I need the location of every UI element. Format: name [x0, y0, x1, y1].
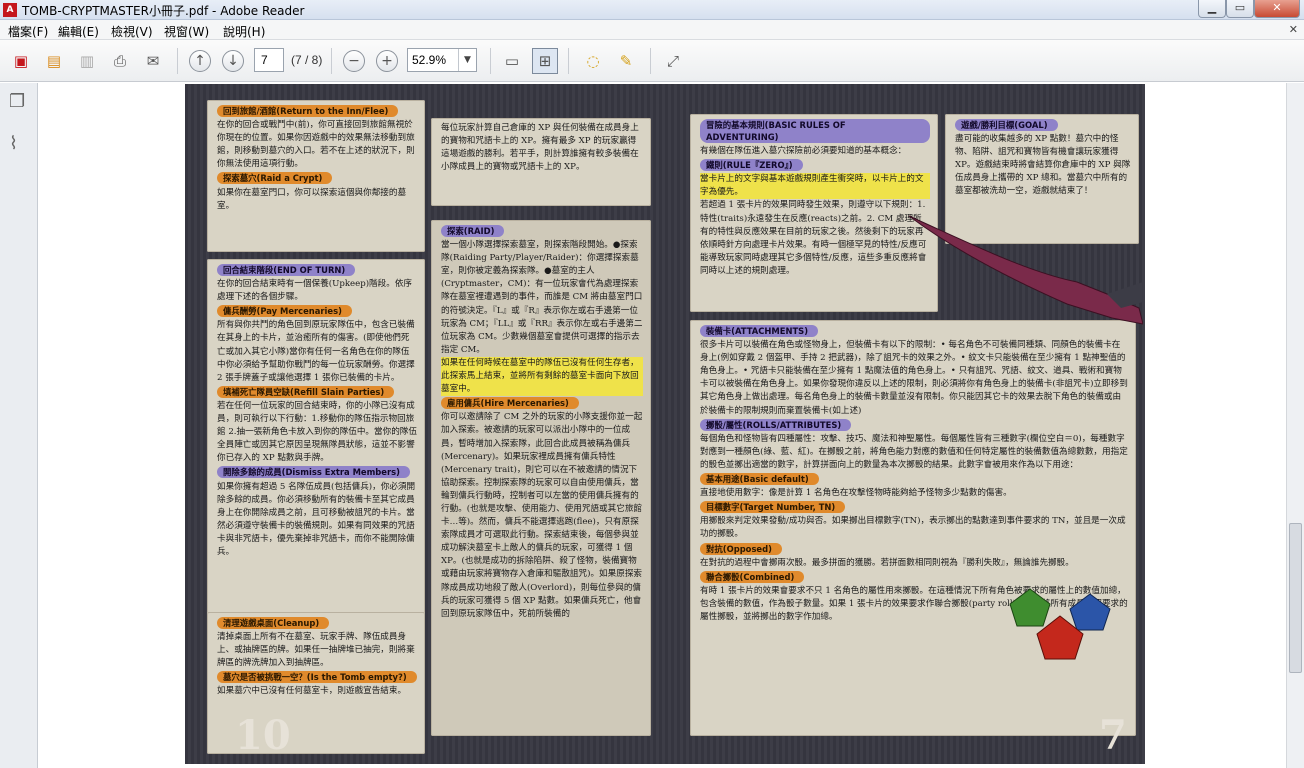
dice-illustration — [1009, 588, 1111, 660]
zoom-select[interactable]: 52.9% ▼ — [407, 48, 477, 72]
chevron-down-icon[interactable]: ▼ — [458, 49, 476, 71]
section-text: 有幾個在隊伍進入墓穴探險前必須要知道的基本概念： — [700, 146, 907, 157]
zoom-value[interactable]: 52.9% — [412, 53, 446, 67]
section-text: 每個角色和怪物皆有四種屬性：攻擊、技巧、魔法和神聖屬性。每個屬性皆有三種數字(欄… — [700, 433, 1128, 470]
highlight-icon[interactable]: ✎ — [613, 48, 639, 74]
section-text: 若超過 1 張卡片的效果同時發生效果，則遵守以下規則：1. 特性(traits)… — [700, 200, 927, 276]
menu-help[interactable]: 說明(H) — [223, 23, 265, 40]
section-text: 清掉桌面上所有不在墓室、玩家手牌、隊伍成員身上、或抽牌區的牌。如果任一抽牌堆已抽… — [217, 632, 415, 669]
dagger-illustration — [908, 215, 1143, 325]
section-text: 如果你在墓室門口，你可以探索這個與你鄰接的墓室。 — [217, 187, 407, 211]
section-heading: 開除多餘的成員(Dismiss Extra Members) — [217, 466, 410, 479]
scrollbar-thumb[interactable] — [1289, 523, 1302, 673]
fit-page-icon[interactable]: ▭ — [499, 48, 525, 74]
maximize-button[interactable]: ▭ — [1226, 0, 1254, 18]
section-text: 所有與你共鬥的角色回到原玩家隊伍中，包含已裝備在其身上的卡片，並治癒所有的傷害。… — [217, 320, 415, 383]
section-heading: 清理遊戲桌面(Cleanup) — [217, 617, 330, 629]
section-heading: 回合結束階段(END OF TURN) — [217, 264, 356, 276]
section-text: 直接地使用數字：像是計算 1 名角色在攻擊怪物時能夠給予怪物多少點數的傷害。 — [700, 488, 1012, 499]
window-title: TOMB-CRYPTMASTER小冊子.pdf - Adobe Reader — [22, 4, 305, 18]
page-number-left: 10 — [235, 712, 291, 759]
print-icon[interactable]: ⎙ — [107, 48, 133, 74]
section-text: 在你的回合結束時有一個保養(Upkeep)階段。依序處理下述的各個步驟。 — [217, 279, 413, 303]
section-text: 很多卡片可以裝備在角色或怪物身上，但裝備卡有以下的限制：• 每名角色不可裝備同種… — [700, 340, 1128, 416]
zoom-in-icon[interactable]: + — [376, 50, 398, 72]
fit-width-icon[interactable]: ⊞ — [532, 48, 558, 74]
note-right-col1: 冒險的基本規則(BASIC RULES OF ADVENTURING) 有幾個在… — [690, 114, 938, 312]
previous-page-icon[interactable]: ↑ — [189, 50, 211, 72]
section-heading: 對抗(Opposed) — [700, 542, 782, 555]
section-heading: 裝備卡(ATTACHMENTS) — [700, 325, 819, 337]
section-heading: 填補死亡隊員空缺(Refill Slain Parties) — [217, 385, 395, 398]
section-heading: 回到旅館/酒館(Return to the Inn/Flee) — [217, 105, 399, 117]
section-heading: 墓穴是否被挑戰一空？(Is the Tomb empty?) — [217, 671, 417, 684]
menu-bar: 檔案(F) 編輯(E) 檢視(V) 視窗(W) 說明(H) ✕ — [0, 20, 1304, 40]
page-number-right: 7 — [1099, 712, 1127, 759]
highlighted-rule: 如果在任何時候在墓室中的隊伍已沒有任何生存者，此探索馬上結束，並將所有剩餘的墓室… — [441, 356, 643, 397]
navigation-pane: ❐ ⌇ — [0, 83, 38, 768]
minimize-button[interactable]: ▁ — [1198, 0, 1226, 18]
save-icon[interactable]: ▥ — [74, 48, 100, 74]
section-heading: 基本用途(Basic default) — [700, 473, 819, 486]
highlighted-rule: 當卡片上的文字與基本遊戲規則產生衝突時，以卡片上的文字為優先。 — [700, 173, 930, 200]
section-heading: 目標數字(Target Number, TN) — [700, 501, 846, 514]
close-button[interactable]: ✕ — [1254, 0, 1300, 18]
pdf-app-icon: A — [3, 3, 17, 17]
open-file-icon[interactable]: ▤ — [41, 48, 67, 74]
section-heading: 傭兵酬勞(Pay Mercenaries) — [217, 305, 352, 318]
section-heading: 聯合擲骰(Combined) — [700, 570, 805, 583]
section-text: 如果墓穴中已沒有任何墓室卡，則遊戲宣告結束。 — [217, 686, 407, 697]
section-text: 盡可能的收集越多的 XP 點數！墓穴中的怪物、陷阱、詛咒和寶物皆有機會讓玩家獲得… — [955, 134, 1131, 197]
section-heading: 雇用傭兵(Hire Mercenaries) — [441, 397, 579, 410]
page-count: (7 / 8) — [291, 53, 323, 67]
section-text: 你可以邀請除了 CM 之外的玩家的小隊支援你並一起加入探索。被邀請的玩家可以派出… — [441, 412, 643, 619]
section-heading: 擲骰/屬性(ROLLS/ATTRIBUTES) — [700, 418, 852, 431]
menu-file[interactable]: 檔案(F) — [8, 23, 48, 40]
comment-note-icon[interactable]: ◌ — [580, 48, 606, 74]
menu-window[interactable]: 視窗(W) — [164, 23, 209, 40]
next-page-icon[interactable]: ↓ — [222, 50, 244, 72]
note-left-col2-main: 探索(RAID) 當一個小隊選擇探索墓室，則探索階段開始。●探索隊(Raidin… — [431, 220, 651, 736]
menu-view[interactable]: 檢視(V) — [111, 23, 153, 40]
page-thumbnails-icon[interactable]: ❐ — [9, 91, 25, 112]
section-heading: 探索(RAID) — [441, 225, 505, 237]
vertical-scrollbar[interactable] — [1286, 83, 1304, 768]
section-text: 若在任何一位玩家的回合結束時，你的小隊已沒有成員，則可執行以下行動：1.移動你的… — [217, 400, 417, 464]
section-heading: 鐵則(RULE『ZERO』) — [700, 159, 803, 172]
close-document-icon[interactable]: ✕ — [1289, 23, 1298, 36]
section-text: 每位玩家計算自己倉庫的 XP 與任何裝備在成員身上的寶物和咒語卡上的 XP。擁有… — [441, 123, 639, 173]
section-text: 在你的回合或戰鬥中(前)，你可直接回到旅館無視於你現在的位置。如果你因遊戲中的效… — [217, 120, 415, 170]
section-heading: 冒險的基本規則(BASIC RULES OF ADVENTURING) — [700, 119, 930, 143]
title-bar: A TOMB-CRYPTMASTER小冊子.pdf - Adobe Reader… — [0, 0, 1304, 20]
section-text: 當一個小隊選擇探索墓室，則探索階段開始。●探索隊(Raiding Party/P… — [441, 240, 643, 355]
attachments-icon[interactable]: ⌇ — [9, 133, 18, 154]
zoom-out-icon[interactable]: − — [343, 50, 365, 72]
section-heading: 遊戲/勝利目標(GOAL) — [955, 119, 1058, 131]
fullscreen-icon[interactable]: ⤢ — [660, 48, 686, 74]
section-heading: 探索墓穴(Raid a Crypt) — [217, 172, 333, 185]
section-text: 用擲骰來判定效果發動/成功與否。如果擲出目標數字(TN)，表示擲出的點數達到事件… — [700, 516, 1126, 540]
create-pdf-icon[interactable]: ▣ — [8, 48, 34, 74]
email-icon[interactable]: ✉ — [140, 48, 166, 74]
section-text: 如果你擁有超過 5 名隊伍成員(包括傭兵)，你必須開除多餘的成員。你必須移動所有… — [217, 481, 416, 557]
pdf-page-spread: 回到旅館/酒館(Return to the Inn/Flee) 在你的回合或戰鬥… — [185, 84, 1145, 764]
page-number-input[interactable] — [254, 48, 284, 72]
toolbar: ▣ ▤ ▥ ⎙ ✉ ↑ ↓ − + ▭ ⊞ ◌ ✎ ⤢ 工具 注釋 — [0, 40, 1304, 112]
menu-edit[interactable]: 編輯(E) — [58, 23, 99, 40]
section-text: 在對抗的過程中會擲兩次骰。最多拼面的獲勝。若拼面數相同則視為『勝利失敗』，無論誰… — [700, 557, 1074, 568]
note-left-col2-top: 每位玩家計算自己倉庫的 XP 與任何裝備在成員身上的寶物和咒語卡上的 XP。擁有… — [431, 118, 651, 206]
note-left-top: 回到旅館/酒館(Return to the Inn/Flee) 在你的回合或戰鬥… — [207, 100, 425, 252]
